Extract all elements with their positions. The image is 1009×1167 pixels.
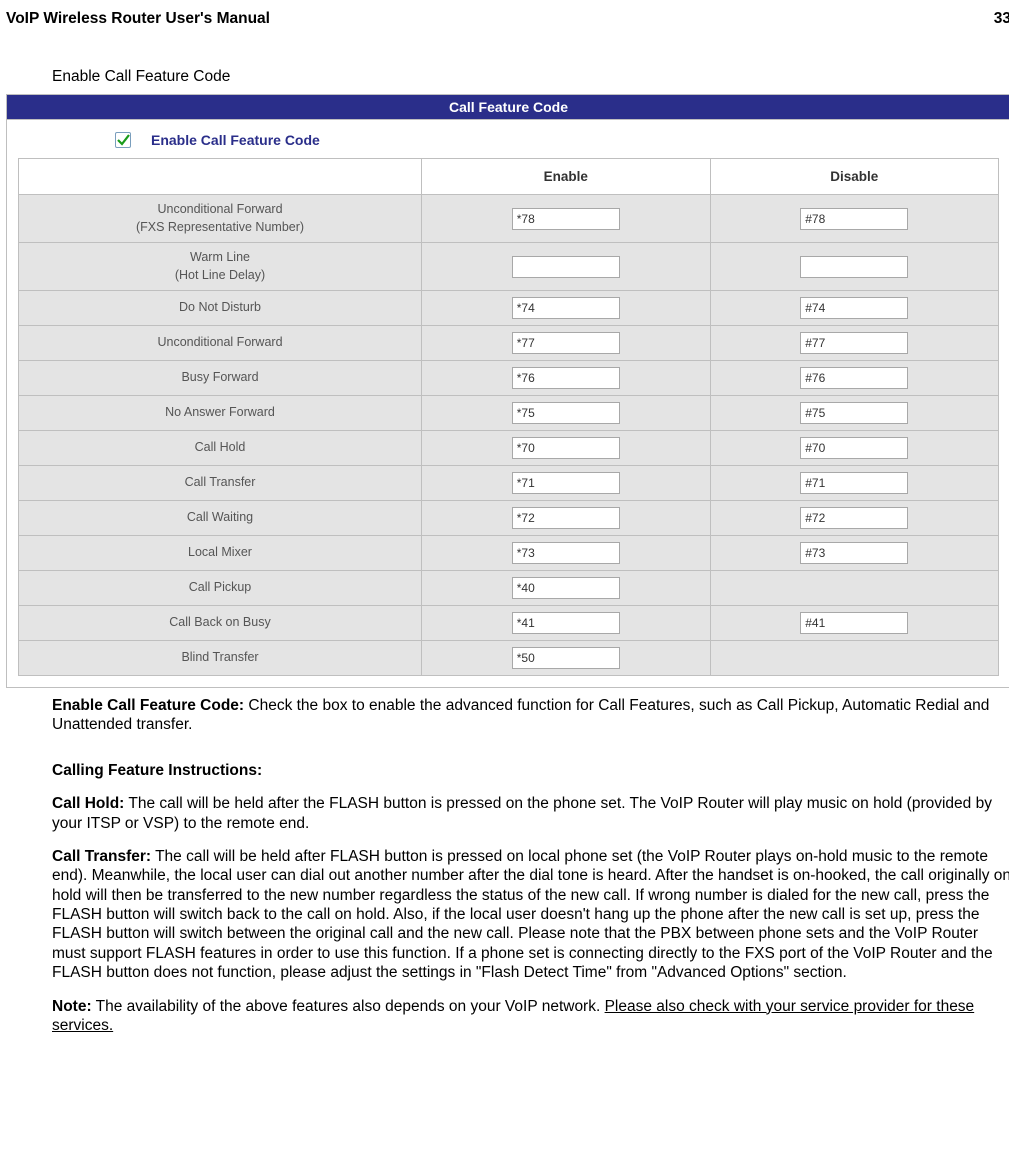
enable-code-input[interactable] [512, 332, 620, 354]
feature-name: Call Transfer [19, 466, 422, 501]
table-row: Busy Forward [19, 361, 999, 396]
call-hold-heading: Call Hold: [52, 795, 124, 812]
disable-code-input[interactable] [800, 612, 908, 634]
enable-code-input[interactable] [512, 472, 620, 494]
enable-code-input[interactable] [512, 402, 620, 424]
panel-title: Call Feature Code [7, 95, 1009, 120]
enable-cell [422, 501, 711, 536]
table-row: Unconditional Forward(FXS Representative… [19, 195, 999, 243]
call-transfer-heading: Call Transfer: [52, 848, 151, 865]
disable-cell [710, 396, 999, 431]
calling-feature-instructions-heading: Calling Feature Instructions: [52, 762, 262, 779]
col-feature [19, 159, 422, 195]
enable-code-input[interactable] [512, 647, 620, 669]
disable-cell [710, 641, 999, 676]
disable-cell [710, 195, 999, 243]
enable-row: Enable Call Feature Code [7, 120, 1009, 158]
enable-code-input[interactable] [512, 297, 620, 319]
enable-code-input[interactable] [512, 256, 620, 278]
disable-cell [710, 291, 999, 326]
feature-name: Warm Line(Hot Line Delay) [19, 243, 422, 291]
table-row: Local Mixer [19, 536, 999, 571]
table-row: No Answer Forward [19, 396, 999, 431]
call-feature-code-panel: Call Feature Code Enable Call Feature Co… [6, 94, 1009, 688]
disable-code-input[interactable] [800, 472, 908, 494]
section-title: Enable Call Feature Code [52, 68, 1009, 86]
feature-name: Call Pickup [19, 571, 422, 606]
enable-code-input[interactable] [512, 367, 620, 389]
enable-cell [422, 431, 711, 466]
enable-code-input[interactable] [512, 437, 620, 459]
enable-call-feature-code-checkbox[interactable] [115, 132, 131, 148]
disable-code-input[interactable] [800, 256, 908, 278]
page-header: VoIP Wireless Router User's Manual 33 [4, 0, 1009, 28]
feature-name: Busy Forward [19, 361, 422, 396]
disable-code-input[interactable] [800, 402, 908, 424]
disable-code-input[interactable] [800, 297, 908, 319]
enable-code-input[interactable] [512, 507, 620, 529]
enable-cell [422, 195, 711, 243]
enable-cell [422, 606, 711, 641]
enable-cell [422, 536, 711, 571]
table-row: Call Waiting [19, 501, 999, 536]
table-row: Blind Transfer [19, 641, 999, 676]
enable-explain-heading: Enable Call Feature Code: [52, 697, 244, 714]
feature-name: Local Mixer [19, 536, 422, 571]
disable-cell [710, 501, 999, 536]
feature-name: No Answer Forward [19, 396, 422, 431]
table-row: Call Back on Busy [19, 606, 999, 641]
feature-name: Call Waiting [19, 501, 422, 536]
disable-code-input[interactable] [800, 437, 908, 459]
table-row: Warm Line(Hot Line Delay) [19, 243, 999, 291]
enable-cell [422, 571, 711, 606]
disable-cell [710, 361, 999, 396]
table-row: Unconditional Forward [19, 326, 999, 361]
feature-name: Call Back on Busy [19, 606, 422, 641]
enable-code-input[interactable] [512, 208, 620, 230]
page-number: 33 [994, 10, 1009, 28]
enable-call-feature-code-label: Enable Call Feature Code [151, 132, 320, 148]
disable-cell [710, 326, 999, 361]
feature-name: Do Not Disturb [19, 291, 422, 326]
enable-cell [422, 396, 711, 431]
enable-cell [422, 243, 711, 291]
col-enable: Enable [422, 159, 711, 195]
doc-title: VoIP Wireless Router User's Manual [6, 10, 270, 28]
check-icon [116, 133, 130, 147]
disable-code-input[interactable] [800, 367, 908, 389]
table-row: Do Not Disturb [19, 291, 999, 326]
disable-cell [710, 431, 999, 466]
note-body-1: The availability of the above features a… [92, 998, 605, 1015]
enable-code-input[interactable] [512, 542, 620, 564]
enable-code-input[interactable] [512, 577, 620, 599]
enable-cell [422, 641, 711, 676]
disable-cell [710, 606, 999, 641]
enable-cell [422, 326, 711, 361]
enable-cell [422, 361, 711, 396]
feature-name: Call Hold [19, 431, 422, 466]
call-transfer-body: The call will be held after FLASH button… [52, 848, 1009, 981]
note-heading: Note: [52, 998, 92, 1015]
disable-code-input[interactable] [800, 208, 908, 230]
call-hold-body: The call will be held after the FLASH bu… [52, 795, 992, 831]
enable-cell [422, 466, 711, 501]
enable-cell [422, 291, 711, 326]
table-row: Call Hold [19, 431, 999, 466]
disable-code-input[interactable] [800, 542, 908, 564]
feature-name: Unconditional Forward(FXS Representative… [19, 195, 422, 243]
feature-name: Blind Transfer [19, 641, 422, 676]
disable-code-input[interactable] [800, 507, 908, 529]
disable-code-input[interactable] [800, 332, 908, 354]
enable-code-input[interactable] [512, 612, 620, 634]
disable-cell [710, 243, 999, 291]
disable-cell [710, 466, 999, 501]
table-row: Call Pickup [19, 571, 999, 606]
col-disable: Disable [710, 159, 999, 195]
explanatory-text: Enable Call Feature Code: Check the box … [52, 696, 1009, 1035]
disable-cell [710, 536, 999, 571]
table-row: Call Transfer [19, 466, 999, 501]
disable-cell [710, 571, 999, 606]
feature-name: Unconditional Forward [19, 326, 422, 361]
feature-code-table: Enable Disable Unconditional Forward(FXS… [18, 158, 999, 676]
